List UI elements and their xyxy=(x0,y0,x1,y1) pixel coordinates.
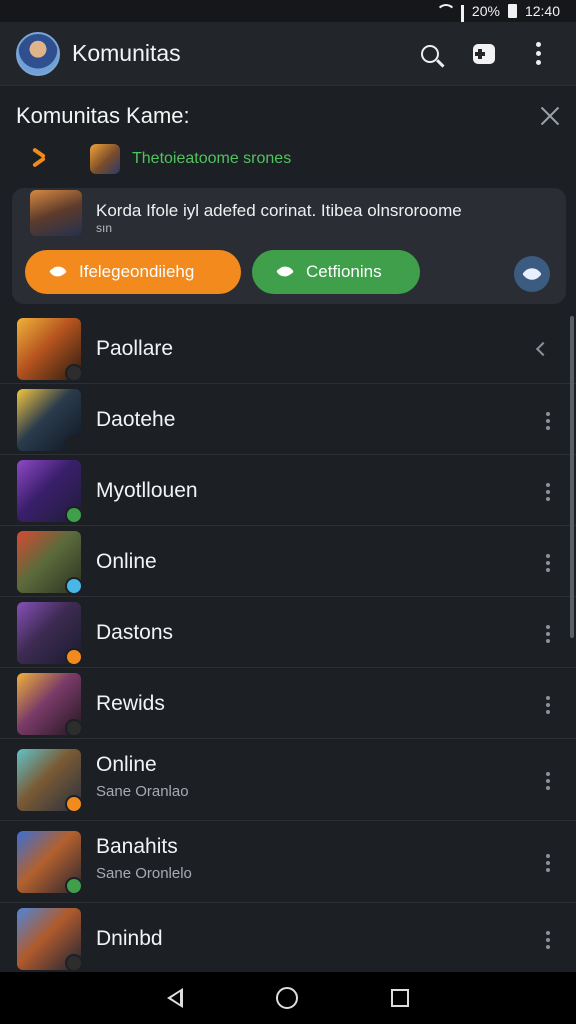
home-icon[interactable] xyxy=(275,987,298,1009)
navigation-bar xyxy=(0,972,576,1024)
list-item[interactable]: Myotllouen xyxy=(0,455,576,526)
more-vert-icon xyxy=(535,42,541,65)
game-subtitle: Sane Oronlelo xyxy=(96,865,192,882)
community-card: Korda Ifole iyl adefed corinat. Itibea o… xyxy=(12,188,566,304)
wifi-icon xyxy=(435,4,456,18)
game-name: Online xyxy=(96,753,157,776)
gamepad-button[interactable] xyxy=(462,32,506,76)
status-badge xyxy=(65,954,83,972)
primary-action-label: Ifelegeondiiehg xyxy=(79,262,195,281)
more-vert-icon[interactable] xyxy=(546,854,550,872)
chevron-left-icon[interactable] xyxy=(535,341,551,357)
game-thumbnail xyxy=(17,460,83,524)
recents-icon[interactable] xyxy=(391,989,410,1007)
battery-icon xyxy=(507,4,517,18)
clock: 12:40 xyxy=(524,3,560,19)
game-list: Paollare Daotehe Myotllouen Online Dastons Re… xyxy=(0,314,576,975)
list-item[interactable]: Paollare xyxy=(0,314,576,384)
status-badge xyxy=(65,435,83,453)
card-text: Korda Ifole iyl adefed corinat. Itibea o… xyxy=(96,201,462,220)
game-name: Daotehe xyxy=(96,408,176,431)
primary-action-button[interactable]: Ifelegeondiiehg xyxy=(25,250,241,294)
back-icon[interactable] xyxy=(166,988,183,1008)
battery-percent: 20% xyxy=(471,3,500,19)
game-name: Myotllouen xyxy=(96,479,198,502)
list-item[interactable]: Daotehe xyxy=(0,384,576,455)
list-item[interactable]: Dastons xyxy=(0,597,576,668)
list-item[interactable]: Dninbd xyxy=(0,903,576,975)
list-item[interactable]: Online xyxy=(0,526,576,597)
status-badge xyxy=(65,795,83,813)
more-vert-icon[interactable] xyxy=(546,696,550,714)
game-mini-thumbnail xyxy=(90,144,120,174)
game-subtitle: Sane Oranlao xyxy=(96,783,189,800)
game-thumbnail xyxy=(17,531,83,595)
more-vert-icon[interactable] xyxy=(546,772,550,790)
leaf-icon xyxy=(276,263,294,281)
game-thumbnail xyxy=(17,673,83,737)
game-name: Rewids xyxy=(96,692,165,715)
more-button[interactable] xyxy=(516,32,560,76)
game-thumbnail xyxy=(17,749,83,813)
game-name: Paollare xyxy=(96,337,174,360)
close-icon[interactable] xyxy=(540,106,560,126)
more-vert-icon[interactable] xyxy=(546,931,550,949)
section-title: Komunitas Kame: xyxy=(16,103,190,128)
secondary-action-button[interactable]: Cetfionins xyxy=(252,250,420,294)
list-item[interactable]: Rewids xyxy=(0,668,576,739)
section-header: Komunitas Kame: xyxy=(0,92,576,140)
list-item[interactable]: Online Sane Oranlao xyxy=(0,739,576,821)
more-vert-icon[interactable] xyxy=(546,412,550,430)
gamepad-icon xyxy=(473,43,495,64)
more-vert-icon[interactable] xyxy=(546,483,550,501)
game-name: Banahits xyxy=(96,835,178,858)
app-title: Komunitas xyxy=(72,40,181,66)
boost-button[interactable] xyxy=(514,256,550,292)
subrow-text[interactable]: Thetoieatoome srones xyxy=(132,150,291,168)
game-thumbnail xyxy=(17,831,83,895)
avatar[interactable] xyxy=(16,31,60,76)
status-badge xyxy=(65,506,83,524)
game-thumbnail xyxy=(17,908,83,972)
status-badge xyxy=(65,877,83,895)
share-icon[interactable] xyxy=(26,146,52,172)
app-bar: Komunitas xyxy=(0,22,576,86)
game-name: Dninbd xyxy=(96,927,163,950)
more-vert-icon[interactable] xyxy=(546,625,550,643)
game-name: Online xyxy=(96,550,157,573)
status-badge xyxy=(65,719,83,737)
search-button[interactable] xyxy=(408,32,452,76)
card-thumbnail xyxy=(30,190,82,236)
rocket-icon xyxy=(522,264,542,284)
game-thumbnail xyxy=(17,318,83,382)
status-badge xyxy=(65,648,83,666)
secondary-action-label: Cetfionins xyxy=(306,262,382,281)
game-thumbnail xyxy=(17,602,83,666)
list-item[interactable]: Banahits Sane Oronlelo xyxy=(0,821,576,903)
game-name: Dastons xyxy=(96,621,174,644)
status-badge xyxy=(65,364,83,382)
status-badge xyxy=(65,577,83,595)
game-thumbnail xyxy=(17,389,83,453)
leaf-icon xyxy=(49,263,67,281)
scrollbar[interactable] xyxy=(570,316,574,638)
more-vert-icon[interactable] xyxy=(546,554,550,572)
community-subrow[interactable]: Thetoieatoome srones xyxy=(26,142,291,176)
card-subtext: sın xyxy=(96,221,113,235)
status-bar: 20% 12:40 xyxy=(0,0,576,39)
search-icon xyxy=(421,44,439,63)
signal-icon xyxy=(460,4,464,39)
